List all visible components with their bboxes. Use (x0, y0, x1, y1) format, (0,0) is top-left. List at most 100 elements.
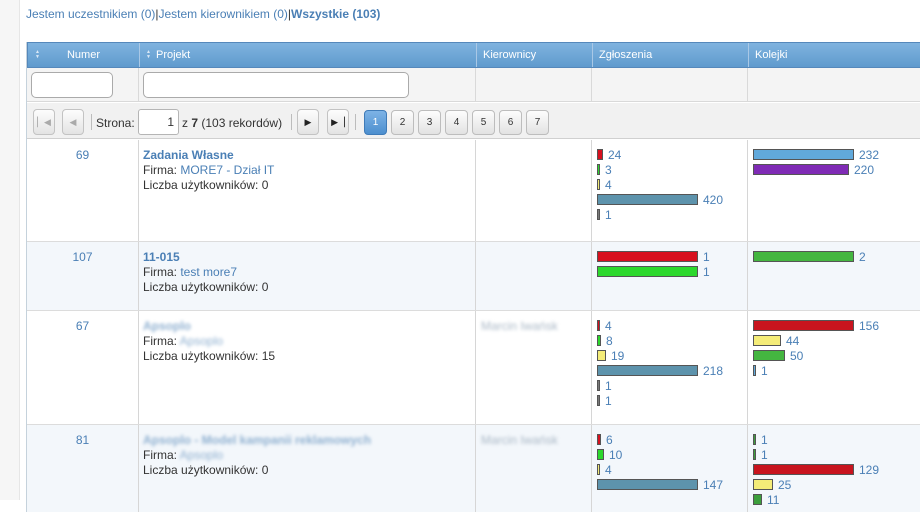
ticket-count-link[interactable]: 1 (703, 265, 710, 279)
project-title-link[interactable]: Apsoplo (143, 319, 475, 334)
ticket-bar (597, 149, 603, 160)
queue-count-link[interactable]: 25 (778, 478, 791, 492)
ticket-bar (597, 266, 698, 277)
queue-count-link[interactable]: 1 (761, 364, 768, 378)
page-button-3[interactable]: 3 (418, 110, 441, 135)
managers-cell: Marcin Iwańsk (476, 425, 592, 512)
queue-count-link[interactable]: 50 (790, 349, 803, 363)
numer-filter-input[interactable] (31, 72, 113, 98)
ticket-bar-row: 8 (597, 333, 747, 348)
queues-cell: 232 220 (748, 140, 920, 241)
company-link[interactable]: Apsoplo (180, 448, 223, 462)
project-users-count: Liczba użytkowników: 15 (143, 349, 276, 363)
company-link[interactable]: MORE7 - Dział IT (180, 163, 274, 177)
prev-page-button[interactable]: ◀ (62, 109, 84, 135)
ticket-bar (597, 395, 600, 406)
ticket-count-link[interactable]: 10 (609, 448, 622, 462)
ticket-count-link[interactable]: 4 (605, 463, 612, 477)
ticket-count-link[interactable]: 218 (703, 364, 723, 378)
queue-count-link[interactable]: 2 (859, 250, 866, 264)
queue-bar (753, 434, 756, 445)
project-title-link[interactable]: Zadania Własne (143, 148, 475, 163)
ticket-count-link[interactable]: 19 (611, 349, 624, 363)
filter-participant-link[interactable]: Jestem uczestnikiem (0) (26, 7, 155, 21)
page-button-5[interactable]: 5 (472, 110, 495, 135)
ticket-count-link[interactable]: 420 (703, 193, 723, 207)
table-row[interactable]: 69 Zadania Własne Firma: MORE7 - Dział IT L… (27, 140, 920, 242)
last-page-button[interactable]: ▶▕ (327, 109, 349, 135)
queue-count-link[interactable]: 232 (859, 148, 879, 162)
page-button-4[interactable]: 4 (445, 110, 468, 135)
ticket-bar (597, 434, 601, 445)
page-label: Strona: (96, 116, 135, 130)
table-row[interactable]: 67 Apsoplo Firma: Apsoplo Liczba użytkownik… (27, 311, 920, 425)
page-button-7[interactable]: 7 (526, 110, 549, 135)
filter-manager-link[interactable]: Jestem kierownikiem (0) (159, 7, 288, 21)
project-users-count: Liczba użytkowników: 0 (143, 280, 269, 294)
column-header-numer[interactable]: Numer (28, 43, 140, 67)
tickets-cell: 11 (592, 242, 748, 310)
project-title-link[interactable]: Apsoplo - Model kampanii reklamowych (143, 433, 475, 448)
ticket-count-link[interactable]: 1 (605, 208, 612, 222)
row-number[interactable]: 107 (27, 242, 139, 310)
queue-bar-row: 1 (753, 432, 920, 447)
page-button-1[interactable]: 1 (364, 110, 387, 135)
filter-row (27, 68, 920, 102)
queue-bar (753, 164, 849, 175)
row-number[interactable]: 69 (27, 140, 139, 241)
row-number[interactable]: 81 (27, 425, 139, 512)
column-header-projekt[interactable]: Projekt (140, 43, 477, 67)
row-number[interactable]: 67 (27, 311, 139, 424)
ticket-count-link[interactable]: 6 (606, 433, 613, 447)
next-page-button[interactable]: ▶ (297, 109, 319, 135)
ticket-count-link[interactable]: 4 (605, 178, 612, 192)
tickets-cell: 4 8 19 218 1 1 (592, 311, 748, 424)
ticket-bar-row: 6 (597, 432, 747, 447)
project-users-count: Liczba użytkowników: 0 (143, 463, 269, 477)
ticket-count-link[interactable]: 1 (605, 394, 612, 408)
queue-count-link[interactable]: 220 (854, 163, 874, 177)
page-number-input[interactable]: 1 (138, 109, 179, 135)
ticket-count-link[interactable]: 1 (605, 379, 612, 393)
ticket-count-link[interactable]: 147 (703, 478, 723, 492)
ticket-count-link[interactable]: 24 (608, 148, 621, 162)
projects-grid: Numer Projekt Kierownicy Zgłoszenia Kole… (26, 42, 920, 512)
ticket-bar-row: 4 (597, 318, 747, 333)
queue-count-link[interactable]: 44 (786, 334, 799, 348)
ticket-count-link[interactable]: 3 (605, 163, 612, 177)
queue-count-link[interactable]: 129 (859, 463, 879, 477)
company-link[interactable]: test more7 (180, 265, 237, 279)
project-cell: 11-015 Firma: test more7 Liczba użytkownik… (139, 242, 476, 310)
queue-count-link[interactable]: 156 (859, 319, 879, 333)
page-button-6[interactable]: 6 (499, 110, 522, 135)
ticket-bar-row: 1 (597, 378, 747, 393)
ticket-count-link[interactable]: 4 (605, 319, 612, 333)
first-page-icon: ▏◀ (37, 117, 51, 127)
pager: ▏◀ ◀ Strona: 1 z 7 (103 rekordów) ▶ ▶▕ 1… (27, 103, 920, 139)
left-panel-edge (0, 0, 20, 500)
ticket-count-link[interactable]: 1 (703, 250, 710, 264)
column-header-kolejki[interactable]: Kolejki (749, 43, 920, 67)
queue-count-link[interactable]: 1 (761, 448, 768, 462)
managers-cell: Marcin Iwańsk (476, 311, 592, 424)
next-page-icon: ▶ (304, 117, 312, 127)
ticket-count-link[interactable]: 8 (606, 334, 613, 348)
grid-header: Numer Projekt Kierownicy Zgłoszenia Kole… (27, 42, 920, 68)
first-page-button[interactable]: ▏◀ (33, 109, 55, 135)
prev-page-icon: ◀ (69, 117, 77, 127)
queue-bar-row: 220 (753, 162, 920, 177)
company-link[interactable]: Apsoplo (180, 334, 223, 348)
queue-bar-row: 50 (753, 348, 920, 363)
column-header-kierownicy[interactable]: Kierownicy (477, 43, 593, 67)
ticket-bar (597, 335, 601, 346)
filter-all-link[interactable]: Wszystkie (103) (291, 7, 380, 21)
table-row[interactable]: 107 11-015 Firma: test more7 Liczba użytkow… (27, 242, 920, 311)
projekt-filter-input[interactable] (143, 72, 409, 98)
ticket-bar-row: 1 (597, 264, 747, 279)
queue-count-link[interactable]: 1 (761, 433, 768, 447)
column-header-zgloszenia[interactable]: Zgłoszenia (593, 43, 749, 67)
queue-bar (753, 350, 785, 361)
page-button-2[interactable]: 2 (391, 110, 414, 135)
table-row[interactable]: 81 Apsoplo - Model kampanii reklamowych Fi… (27, 425, 920, 512)
project-title-link[interactable]: 11-015 (143, 250, 475, 265)
